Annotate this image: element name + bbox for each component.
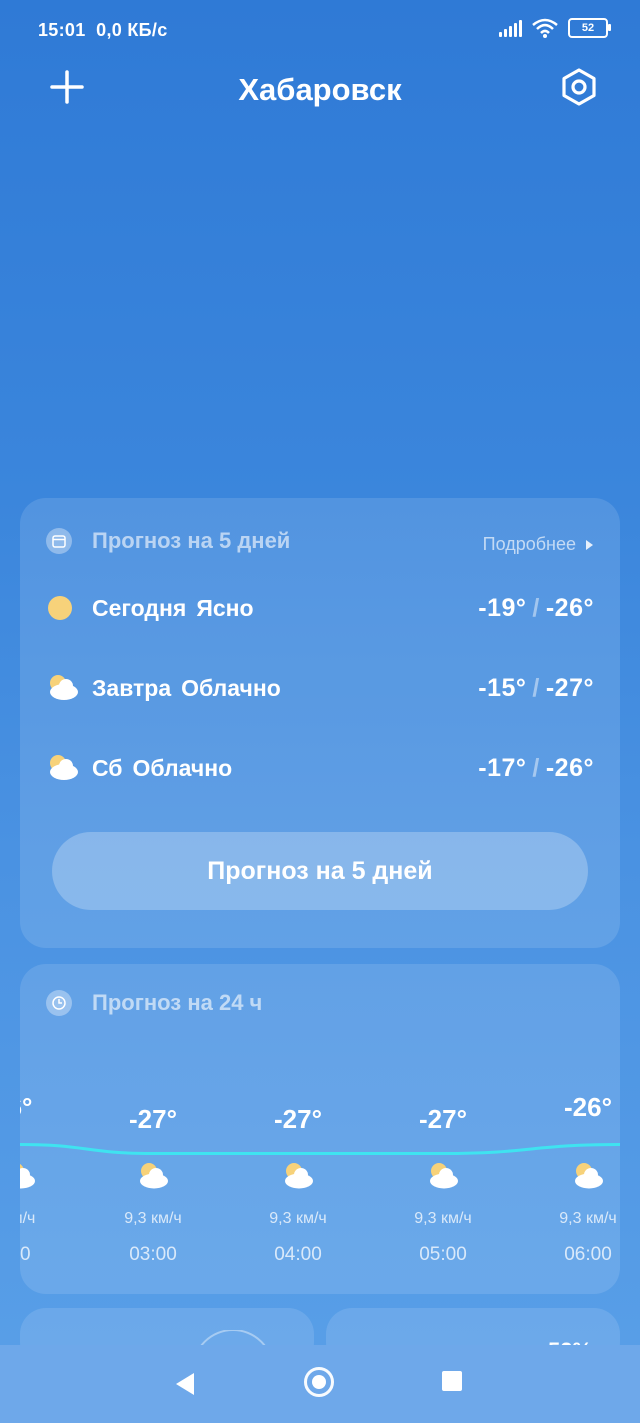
forecast-5-card: Прогноз на 5 дней Подробнее Сегодня Ясно… [20,498,620,948]
moon-cloud-icon [575,1163,603,1189]
forecast-24-card: Прогноз на 24 ч 6° км/ч 00 -27° 9,3 км/ч… [20,964,620,1294]
home-icon[interactable] [304,1367,334,1397]
sun-icon [48,596,72,620]
wifi-icon [532,18,558,38]
status-time: 15:01 0,0 КБ/с [38,20,168,40]
city-title: Хабаровск [238,72,402,107]
forecast-5-title: Прогноз на 5 дней [92,528,291,553]
more-link[interactable]: Подробнее [483,534,594,555]
moon-cloud-icon [20,1164,35,1189]
moon-cloud-icon [140,1163,168,1189]
calendar-icon [46,528,72,554]
status-net-speed: 0,0 КБ/с [96,20,168,40]
recent-apps-icon[interactable] [442,1371,462,1391]
settings-icon[interactable] [556,64,602,110]
nav-bar [0,1345,640,1423]
hourly-list: 6° км/ч 00 -27° 9,3 км/ч 03:00 -27° [20,964,620,1294]
chevron-right-icon [586,539,593,550]
back-icon[interactable] [172,1369,198,1399]
moon-cloud-icon [285,1163,313,1189]
battery-icon: 52 [568,18,611,38]
forecast-row[interactable]: Сегодня Ясно -19° / -26° [46,588,594,628]
forecast-row[interactable]: Завтра Облачно -15° / -27° [46,668,594,708]
forecast-row[interactable]: Сб Облачно -17° / -26° [46,748,594,788]
cloudy-icon [50,675,78,700]
signal-icon [499,19,522,37]
status-bar: 15:01 0,0 КБ/с 52 [0,0,640,62]
cloudy-icon [50,755,78,780]
forecast-5-button[interactable]: Прогноз на 5 дней [52,832,588,910]
moon-cloud-icon [430,1163,458,1189]
top-bar: Хабаровск [0,62,640,122]
